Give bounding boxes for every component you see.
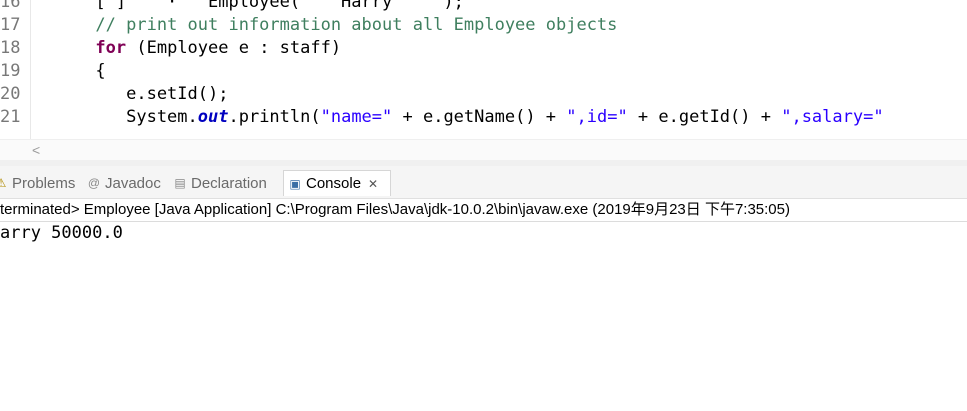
code-text: [ ] · Employee( Harry );: [34, 0, 464, 12]
declaration-icon: ▤: [174, 176, 186, 190]
close-icon[interactable]: ✕: [368, 177, 378, 191]
tab-javadoc[interactable]: @ Javadoc: [87, 170, 161, 196]
line-number: 16: [0, 0, 21, 12]
tab-declaration[interactable]: ▤ Declaration: [173, 170, 267, 196]
line-number: 17: [0, 15, 21, 35]
view-tab-bar: ⚠ Problems @ Javadoc ▤ Declaration ▣ Con…: [0, 166, 967, 199]
code-text: e.setId();: [34, 84, 229, 104]
code-text: {: [34, 61, 106, 81]
scroll-left-arrow-icon[interactable]: <: [32, 142, 40, 158]
javadoc-icon: @: [87, 176, 101, 190]
tab-console[interactable]: ▣ Console ✕: [283, 170, 391, 196]
problems-icon: ⚠: [0, 176, 7, 190]
tab-javadoc-label: Javadoc: [105, 174, 161, 192]
line-number: 18: [0, 38, 21, 58]
line-number: 20: [0, 84, 21, 104]
code-text: for (Employee e : staff): [95, 38, 342, 58]
tab-problems[interactable]: ⚠ Problems: [0, 170, 75, 196]
code-text: // print out information about all Emplo…: [95, 15, 618, 35]
tab-problems-label: Problems: [12, 174, 76, 192]
line-number: 21: [0, 107, 21, 127]
console-icon: ▣: [289, 176, 301, 191]
tab-console-label: Console: [306, 175, 362, 192]
console-output[interactable]: arry 50000.0: [0, 222, 967, 245]
tab-declaration-label: Declaration: [191, 174, 267, 192]
code-editor[interactable]: 16 [ ] · Employee( Harry ); 17 // print o…: [0, 0, 967, 139]
console-status-line: terminated> Employee [Java Application] …: [0, 199, 967, 222]
code-text: System.out.println("name=" + e.getName()…: [34, 107, 884, 127]
line-number: 19: [0, 61, 21, 81]
horizontal-scrollbar[interactable]: <: [0, 139, 967, 161]
